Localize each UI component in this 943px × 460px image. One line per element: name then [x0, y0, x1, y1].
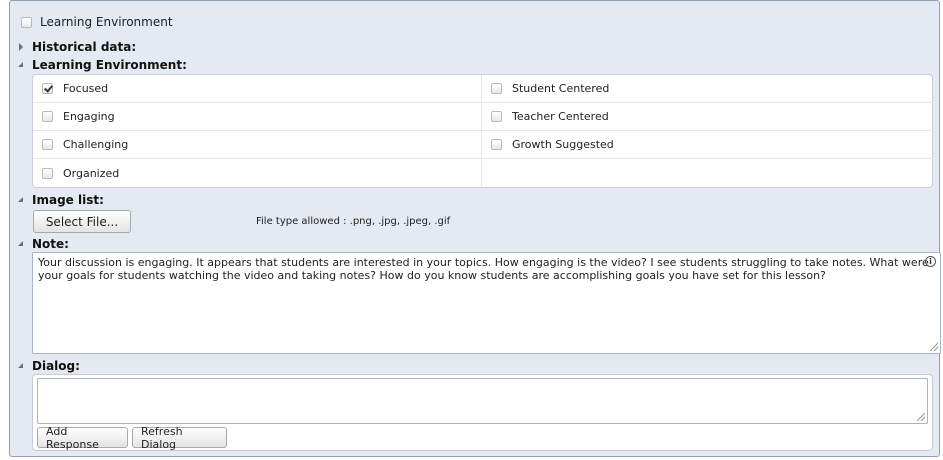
- learning-environment-toggle[interactable]: Learning Environment: [21, 14, 173, 30]
- resize-grip-icon[interactable]: [917, 413, 925, 421]
- checkbox-focused[interactable]: [42, 83, 53, 94]
- historical-data-title: Historical data:: [32, 40, 137, 54]
- note-textarea[interactable]: Your discussion is engaging. It appears …: [32, 252, 941, 354]
- checkbox-challenging[interactable]: [42, 139, 53, 150]
- image-list-title: Image list:: [32, 193, 104, 207]
- collapse-arrow-icon: [16, 361, 26, 371]
- note-text: Your discussion is engaging. It appears …: [38, 256, 929, 282]
- option-label: Teacher Centered: [512, 110, 609, 123]
- option-growth-suggested[interactable]: Growth Suggested: [482, 131, 934, 159]
- option-teacher-centered[interactable]: Teacher Centered: [482, 103, 934, 131]
- add-response-button[interactable]: Add Response: [37, 425, 128, 451]
- info-icon[interactable]: i: [925, 256, 936, 267]
- refresh-dialog-button[interactable]: Refresh Dialog: [132, 425, 227, 451]
- learning-environment-title: Learning Environment:: [32, 58, 187, 72]
- collapse-arrow-icon: [16, 60, 26, 70]
- learning-environment-header[interactable]: Learning Environment:: [16, 57, 187, 73]
- learning-environment-checkbox[interactable]: [21, 16, 32, 28]
- empty-cell: [482, 159, 934, 187]
- checkbox-teacher-centered[interactable]: [491, 111, 502, 122]
- learning-environment-panel: Learning Environment Historical data: Le…: [9, 0, 941, 457]
- expand-arrow-icon: [16, 42, 26, 52]
- option-label: Engaging: [63, 110, 115, 123]
- option-label: Focused: [63, 82, 109, 95]
- option-label: Student Centered: [512, 82, 610, 95]
- checkbox-growth-suggested[interactable]: [491, 139, 502, 150]
- select-file-button[interactable]: Select File...: [33, 210, 131, 233]
- note-title: Note:: [32, 237, 69, 251]
- option-engaging[interactable]: Engaging: [33, 103, 482, 131]
- option-student-centered[interactable]: Student Centered: [482, 75, 934, 103]
- option-challenging[interactable]: Challenging: [33, 131, 482, 159]
- note-header[interactable]: Note:: [16, 236, 69, 252]
- image-list-header[interactable]: Image list:: [16, 192, 104, 208]
- option-label: Growth Suggested: [512, 138, 614, 151]
- checkbox-engaging[interactable]: [42, 111, 53, 122]
- option-focused[interactable]: Focused: [33, 75, 482, 103]
- dialog-title: Dialog:: [32, 359, 80, 373]
- checkbox-organized[interactable]: [42, 167, 53, 179]
- collapse-arrow-icon: [16, 239, 26, 249]
- option-label: Challenging: [63, 138, 129, 151]
- resize-grip-icon[interactable]: [930, 343, 938, 351]
- option-label: Organized: [63, 166, 120, 180]
- option-organized[interactable]: Organized: [33, 159, 482, 187]
- dialog-container: Add Response Refresh Dialog: [32, 374, 933, 451]
- dialog-header[interactable]: Dialog:: [16, 358, 80, 374]
- checkbox-student-centered[interactable]: [491, 83, 502, 94]
- file-types-note: File type allowed : .png, .jpg, .jpeg, .…: [256, 216, 451, 227]
- learning-environment-checkbox-label: Learning Environment: [40, 15, 173, 29]
- dialog-textarea[interactable]: [37, 378, 928, 424]
- learning-environment-options: Focused Student Centered Engaging Teache…: [32, 74, 934, 188]
- collapse-arrow-icon: [16, 195, 26, 205]
- historical-data-header[interactable]: Historical data:: [16, 39, 136, 55]
